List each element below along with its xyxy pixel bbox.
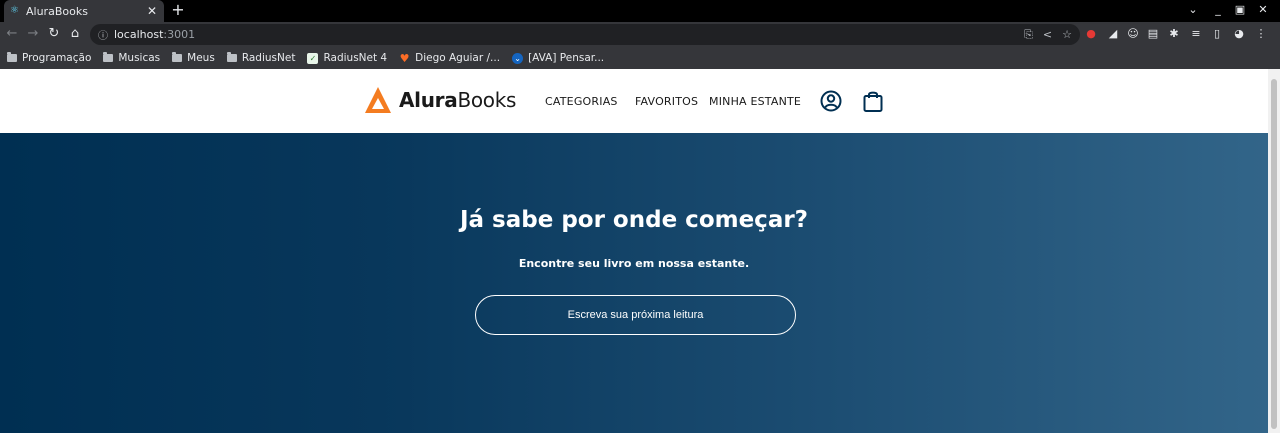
bookmarks-bar: Programação Musicas Meus RadiusNet ✓ Rad… <box>0 47 1280 69</box>
nav-minha-estante[interactable]: MINHA ESTANTE <box>709 95 801 108</box>
home-icon[interactable]: ⌂ <box>68 27 82 41</box>
hero-title: Já sabe por onde começar? <box>459 207 809 233</box>
bookmark-label: Diego Aguiar /... <box>415 52 501 64</box>
bookmark-link[interactable]: ♥ Diego Aguiar /... <box>399 52 500 64</box>
url-host: localhost <box>114 28 164 41</box>
close-tab-icon[interactable]: ✕ <box>146 4 158 18</box>
folder-icon <box>7 52 17 62</box>
profile-avatar-icon[interactable]: ◕ <box>1232 27 1246 41</box>
gitlab-icon: ♥ <box>399 51 410 65</box>
bookmark-label: Programação <box>22 52 92 64</box>
bookmark-label: Meus <box>187 52 215 64</box>
back-icon[interactable]: ← <box>5 27 19 41</box>
bookmark-folder[interactable]: Musicas <box>103 52 160 64</box>
folder-icon <box>226 52 237 62</box>
logo-text: AluraBooks <box>399 88 517 112</box>
bookmark-link[interactable]: ⌄ [AVA] Pensar... <box>512 52 604 64</box>
address-bar[interactable]: ⓘ localhost:3001 ⎘ < ☆ <box>90 24 1080 45</box>
bookmark-folder[interactable]: Programação <box>7 52 91 64</box>
bookmark-label: Musicas <box>118 52 161 64</box>
check-doc-icon: ✓ <box>307 52 319 64</box>
bookmark-star-icon[interactable]: ☆ <box>1062 28 1072 42</box>
extension-icon[interactable]: ◢ <box>1106 27 1120 41</box>
browser-titlebar: ⚛ AluraBooks ✕ + ⌄ _ ▣ ✕ <box>0 0 1280 22</box>
bookmark-label: RadiusNet <box>241 52 296 64</box>
forward-icon[interactable]: → <box>26 27 40 41</box>
bookmark-link[interactable]: ✓ RadiusNet 4 <box>307 52 387 64</box>
hero-subtitle: Encontre seu livro em nossa estante. <box>518 257 750 270</box>
bookmark-label: RadiusNet 4 <box>323 52 388 64</box>
hero-section: Já sabe por onde começar? Encontre seu l… <box>0 133 1268 433</box>
translate-icon[interactable]: ⎘ <box>1024 28 1033 42</box>
media-icon[interactable]: ▤ <box>1146 27 1160 41</box>
site-info-icon[interactable]: ⓘ <box>98 27 108 42</box>
reload-icon[interactable]: ↻ <box>47 27 61 41</box>
menu-dots-icon[interactable]: ⋮ <box>1254 27 1268 41</box>
browser-tab[interactable]: ⚛ AluraBooks ✕ <box>4 0 164 22</box>
scrollbar-thumb[interactable] <box>1271 79 1277 429</box>
react-icon: ⚛ <box>10 5 19 16</box>
bookmark-folder[interactable]: Meus <box>172 52 215 64</box>
tab-search-icon[interactable]: ⌄ <box>1186 3 1200 16</box>
browser-toolbar: ← → ↻ ⌂ ⓘ localhost:3001 ⎘ < ☆ ● ◢ ☺ ▤ ✱… <box>0 22 1280 47</box>
page-scrollbar[interactable] <box>1268 69 1280 433</box>
nav-categorias[interactable]: CATEGORIAS <box>545 95 618 108</box>
tab-title: AluraBooks <box>26 4 88 18</box>
nav-favoritos[interactable]: FAVORITOS <box>635 95 698 108</box>
reading-list-icon[interactable]: ≡ <box>1189 27 1203 41</box>
ava-icon: ⌄ <box>512 52 524 64</box>
site-header: AluraBooks CATEGORIAS FAVORITOS MINHA ES… <box>0 69 1268 133</box>
url-port: :3001 <box>163 28 196 41</box>
window-close-icon[interactable]: ✕ <box>1256 3 1270 16</box>
folder-icon <box>103 52 114 62</box>
extensions-puzzle-icon[interactable]: ✱ <box>1167 27 1181 41</box>
adblock-extension-icon[interactable]: ● <box>1084 27 1098 41</box>
search-input[interactable] <box>475 295 796 335</box>
logo-triangle-icon <box>365 87 391 113</box>
restore-icon[interactable]: ▣ <box>1233 3 1247 16</box>
side-panel-icon[interactable]: ▯ <box>1210 27 1224 41</box>
shopping-bag-icon[interactable] <box>862 89 884 113</box>
folder-icon <box>172 52 183 62</box>
share-icon[interactable]: < <box>1043 28 1052 42</box>
user-icon[interactable] <box>820 89 842 113</box>
site-logo[interactable]: AluraBooks <box>365 87 516 113</box>
bookmark-label: [AVA] Pensar... <box>528 52 605 64</box>
extension-face-icon[interactable]: ☺ <box>1126 27 1140 41</box>
new-tab-button[interactable]: + <box>170 2 186 18</box>
page-viewport: AluraBooks CATEGORIAS FAVORITOS MINHA ES… <box>0 69 1280 433</box>
minimize-icon[interactable]: _ <box>1211 3 1225 16</box>
bookmark-folder[interactable]: RadiusNet <box>226 52 296 64</box>
